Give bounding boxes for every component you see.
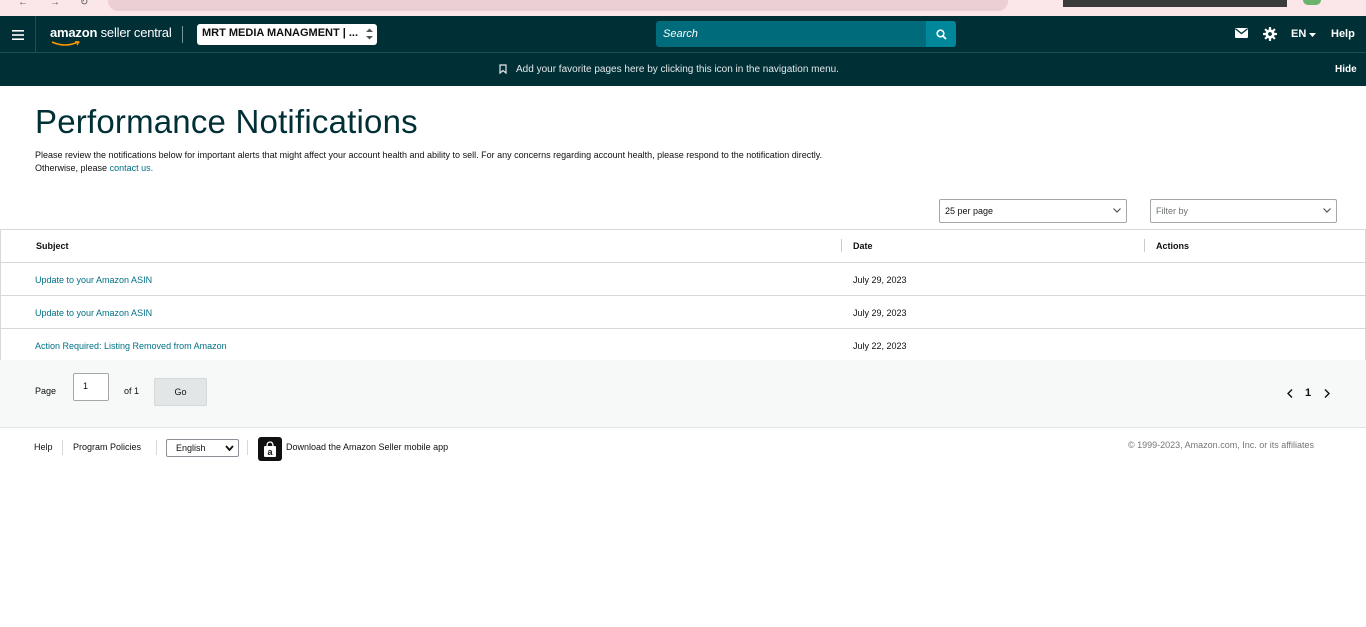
table-row: Update to your Amazon ASIN July 29, 2023	[0, 296, 1366, 329]
footer: Help Program Policies English a Download…	[0, 428, 1366, 468]
table-row: Action Required: Listing Removed from Am…	[0, 329, 1366, 362]
amazon-smile-icon	[51, 41, 80, 46]
notifications-table: Subject Date Actions Update to your Amaz…	[0, 229, 1366, 363]
pagination-bar: Page 1 of 1 Go 1	[0, 360, 1366, 428]
account-switcher[interactable]: MRT MEDIA MANAGMENT | ...	[197, 24, 377, 45]
page-title: Performance Notifications	[35, 103, 418, 140]
search-bar: Search	[656, 21, 956, 47]
bookmark-bar: Add your favorite pages here by clicking…	[0, 53, 1366, 86]
footer-divider	[247, 440, 248, 455]
go-button[interactable]: Go	[154, 378, 207, 406]
search-input[interactable]: Search	[656, 21, 926, 47]
footer-language-value: English	[176, 443, 206, 453]
logo-seller-central: seller central	[100, 25, 172, 40]
filter-placeholder: Filter by	[1156, 206, 1189, 216]
logo-divider	[182, 26, 183, 43]
header-date[interactable]: Date	[853, 241, 873, 251]
footer-divider	[156, 440, 157, 455]
notification-date: July 29, 2023	[853, 308, 907, 318]
chevron-down-icon	[1323, 208, 1331, 213]
reload-icon[interactable]: ↻	[80, 0, 88, 8]
logo-amazon: amazon	[50, 25, 98, 40]
amazon-seller-central-logo[interactable]: amazon seller central	[50, 25, 172, 40]
chevron-down-icon	[1113, 208, 1121, 213]
column-divider	[841, 239, 842, 252]
browser-tab-strip: ← → ↻	[0, 0, 1366, 16]
notification-subject-link[interactable]: Update to your Amazon ASIN	[35, 275, 152, 285]
seller-app-icon[interactable]: a	[258, 437, 282, 461]
menu-button[interactable]	[0, 16, 36, 53]
table-row: Update to your Amazon ASIN July 29, 2023	[0, 263, 1366, 296]
mail-icon[interactable]	[1235, 28, 1248, 38]
video-thumbnail	[1063, 0, 1287, 7]
gear-icon[interactable]	[1263, 27, 1277, 41]
page-description: Please review the notifications below fo…	[35, 149, 935, 175]
notification-date: July 29, 2023	[853, 275, 907, 285]
bookmark-icon	[499, 64, 507, 74]
back-icon[interactable]: ←	[18, 0, 28, 8]
chevron-left-icon[interactable]	[1287, 389, 1293, 398]
filter-select[interactable]: Filter by	[1150, 199, 1337, 223]
language-selector[interactable]: EN	[1291, 28, 1306, 40]
page-total: of 1	[124, 386, 140, 396]
search-button[interactable]	[926, 21, 956, 47]
download-app-link[interactable]: Download the Amazon Seller mobile app	[286, 442, 448, 452]
program-policies-link[interactable]: Program Policies	[73, 442, 141, 452]
per-page-select[interactable]: 25 per page	[939, 199, 1127, 223]
contact-us-link[interactable]: contact us.	[110, 163, 154, 173]
notification-date: July 22, 2023	[853, 341, 907, 351]
profile-avatar[interactable]	[1303, 0, 1321, 5]
notification-subject-link[interactable]: Action Required: Listing Removed from Am…	[35, 341, 227, 351]
account-name: MRT MEDIA MANAGMENT | ...	[202, 27, 359, 39]
description-text: Please review the notifications below fo…	[35, 150, 823, 160]
address-bar[interactable]	[108, 0, 1008, 11]
table-header: Subject Date Actions	[0, 230, 1366, 263]
description-otherwise: Otherwise, please	[35, 163, 108, 173]
copyright: © 1999-2023, Amazon.com, Inc. or its aff…	[1128, 440, 1315, 450]
header-subject[interactable]: Subject	[36, 241, 69, 251]
search-icon	[935, 28, 947, 40]
footer-help-link[interactable]: Help	[34, 442, 53, 452]
column-divider	[1144, 239, 1145, 252]
description-line2: Otherwise, please contact us.	[35, 162, 935, 175]
chevron-down-icon	[225, 445, 234, 451]
notification-subject-link[interactable]: Update to your Amazon ASIN	[35, 308, 152, 318]
hamburger-icon	[11, 29, 24, 40]
help-link[interactable]: Help	[1331, 28, 1355, 40]
chevron-down-icon	[1309, 33, 1316, 37]
up-down-arrows-icon	[366, 28, 373, 40]
top-navigation: amazon seller central MRT MEDIA MANAGMEN…	[0, 16, 1366, 53]
footer-language-select[interactable]: English	[166, 439, 239, 457]
page-number-input[interactable]: 1	[73, 373, 109, 401]
hide-button[interactable]: Hide	[1335, 64, 1357, 75]
page-label: Page	[35, 386, 57, 396]
shopping-bag-icon: a	[264, 440, 276, 457]
current-page[interactable]: 1	[1305, 387, 1311, 399]
bookmark-hint: Add your favorite pages here by clicking…	[516, 64, 839, 75]
chevron-right-icon[interactable]	[1324, 389, 1330, 398]
footer-divider	[62, 440, 63, 455]
per-page-value: 25 per page	[945, 206, 994, 216]
forward-icon[interactable]: →	[50, 0, 60, 8]
header-actions: Actions	[1156, 241, 1190, 251]
